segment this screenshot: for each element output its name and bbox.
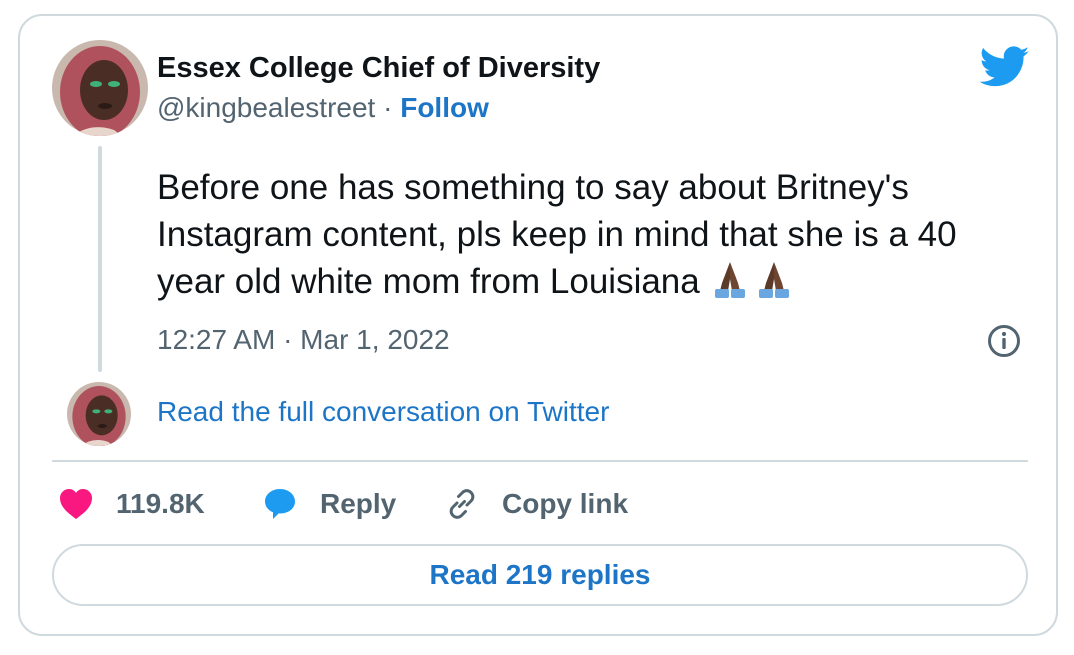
- author-handle[interactable]: @kingbealestreet: [157, 92, 375, 123]
- handle-separator: ·: [375, 92, 401, 123]
- like-button[interactable]: 119.8K: [58, 484, 205, 524]
- copy-link-button[interactable]: Copy link: [444, 484, 628, 524]
- speech-bubble-icon: [265, 489, 295, 519]
- tweet-embed-card: Essex College Chief of Diversity @kingbe…: [18, 14, 1058, 636]
- author-avatar[interactable]: [52, 40, 148, 136]
- tweet-body: Before one has something to say about Br…: [157, 164, 1027, 311]
- thread-connector-line: [98, 146, 102, 372]
- read-replies-button[interactable]: Read 219 replies: [52, 544, 1028, 606]
- conversation-avatar[interactable]: [67, 382, 131, 446]
- divider: [52, 460, 1028, 462]
- heart-icon: [60, 489, 92, 519]
- tweet-text: Before one has something to say about Br…: [157, 168, 957, 301]
- reply-button[interactable]: Reply: [262, 484, 396, 524]
- folded-hands-icon: [714, 262, 745, 298]
- emoji-group: [710, 259, 798, 311]
- author-name[interactable]: Essex College Chief of Diversity: [157, 52, 600, 85]
- author-handle-row: @kingbealestreet · Follow: [157, 92, 489, 124]
- folded-hands-icon: [758, 262, 789, 298]
- reply-label: Reply: [320, 488, 397, 519]
- tweet-timestamp[interactable]: 12:27 AM · Mar 1, 2022: [157, 324, 450, 356]
- read-conversation-link[interactable]: Read the full conversation on Twitter: [157, 396, 609, 428]
- follow-link[interactable]: Follow: [400, 92, 489, 123]
- copy-link-label: Copy link: [502, 488, 629, 519]
- avatar-photo: [52, 40, 148, 136]
- twitter-bird-icon[interactable]: [980, 46, 1030, 88]
- avatar-photo: [67, 382, 131, 446]
- link-icon: [449, 489, 475, 519]
- info-icon[interactable]: [987, 324, 1021, 358]
- like-count: 119.8K: [116, 488, 205, 519]
